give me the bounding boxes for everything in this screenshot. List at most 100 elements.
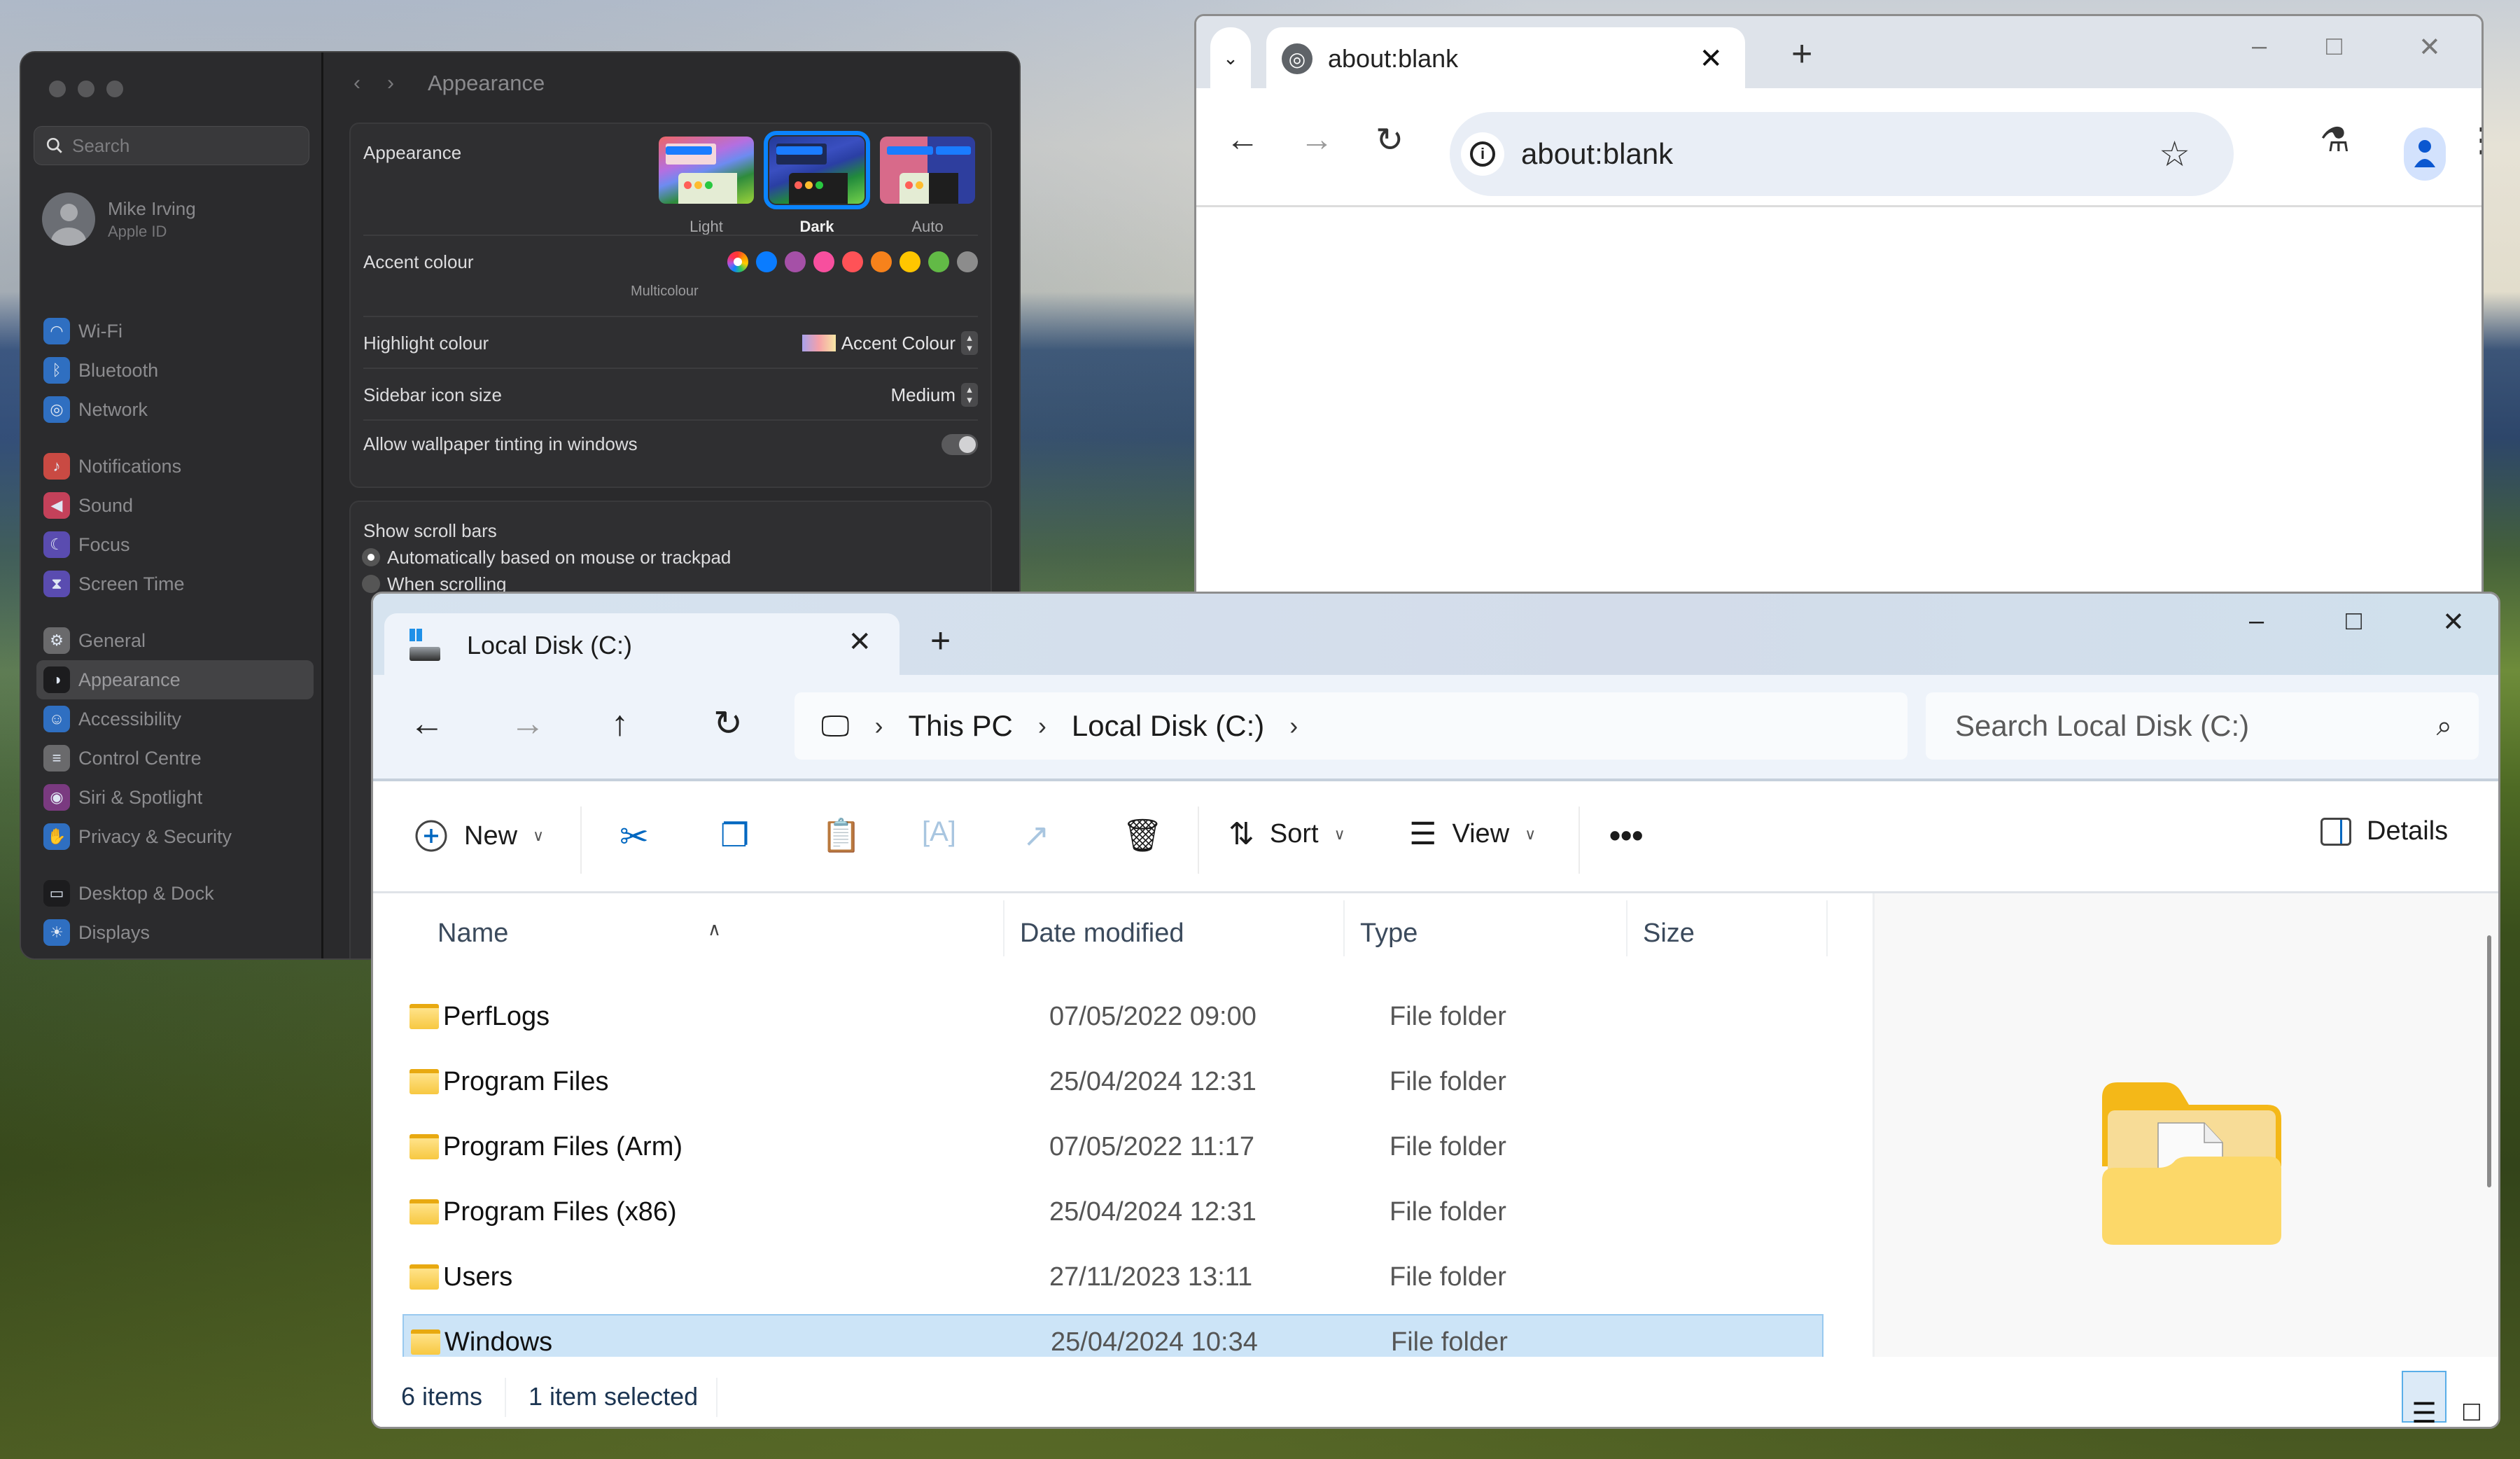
back-arrow-icon[interactable]: ←: [410, 703, 444, 744]
new-tab-button[interactable]: +: [930, 620, 951, 661]
refresh-icon[interactable]: ↻: [713, 703, 743, 744]
sidebar-item-network[interactable]: ◎ Network: [36, 390, 314, 429]
sidebar-item-accessibility[interactable]: ☺ Accessibility: [36, 699, 314, 739]
accent-swatch-multicolour[interactable]: [727, 251, 748, 272]
sidebar-item-control-centre[interactable]: ≡ Control Centre: [36, 739, 314, 778]
column-header-date[interactable]: Date modified: [1020, 919, 1184, 949]
browser-tab[interactable]: ◎ about:blank ✕: [1266, 27, 1745, 90]
accent-swatch-7[interactable]: [928, 251, 949, 272]
preview-scrollbar[interactable]: [2487, 935, 2491, 1187]
wallpaper-tinting-toggle[interactable]: [941, 433, 978, 455]
breadcrumb-local-disk[interactable]: Local Disk (C:): [1072, 709, 1264, 743]
sidebar-item-screen-time[interactable]: ⧗ Screen Time: [36, 564, 314, 603]
sidebar-icon-size-select[interactable]: Medium ▴ ▾: [891, 383, 978, 407]
search-input[interactable]: Search Local Disk (C:) ⌕: [1926, 692, 2479, 760]
address-bar[interactable]: i about:blank ☆: [1450, 112, 2234, 196]
breadcrumb-this-pc[interactable]: This PC: [909, 709, 1013, 743]
chevron-right-icon[interactable]: ›: [875, 711, 883, 741]
column-header-size[interactable]: Size: [1643, 919, 1695, 949]
back-chevron-icon[interactable]: ‹: [354, 71, 360, 95]
details-view-button[interactable]: ☰: [2402, 1371, 2446, 1427]
sidebar-item-desktop-dock[interactable]: ▭ Desktop & Dock: [36, 874, 314, 913]
scroll-bars-automatic-radio[interactable]: Automatically based on mouse or trackpad: [362, 544, 731, 571]
delete-button[interactable]: 🗑: [1122, 816, 1163, 855]
accent-swatch-5[interactable]: [871, 251, 892, 272]
up-arrow-icon[interactable]: ↑: [611, 703, 629, 744]
site-info-button[interactable]: i: [1461, 132, 1504, 176]
close-window-button[interactable]: [49, 81, 66, 97]
sidebar-item-wallpaper[interactable]: ✿Wallpaper: [36, 952, 314, 958]
more-options-button[interactable]: •••: [1609, 816, 1643, 854]
file-row[interactable]: Users 27/11/2023 13:11 File folder: [402, 1249, 1823, 1305]
sidebar-item-bluetooth[interactable]: ᛒ Bluetooth: [36, 351, 314, 390]
accent-swatch-2[interactable]: [785, 251, 806, 272]
address-toolbar: ← → ↑ ↻ 🖵 › This PC › Local Disk (C:) › …: [373, 675, 2498, 781]
sidebar-item-sound[interactable]: ◀ Sound: [36, 486, 314, 525]
minimize-button[interactable]: –: [2249, 606, 2264, 636]
theme-auto-option[interactable]: Auto: [880, 137, 975, 236]
explorer-tab[interactable]: Local Disk (C:) ✕: [384, 613, 899, 678]
close-window-button[interactable]: ✕: [2442, 606, 2465, 638]
sidebar-item-siri-spotlight[interactable]: ◉ Siri & Spotlight: [36, 778, 314, 817]
share-button[interactable]: ↗: [1023, 816, 1050, 854]
sidebar-item-appearance[interactable]: ◑ Appearance: [36, 660, 314, 699]
settings-search-input[interactable]: Search: [34, 126, 309, 165]
sidebar-item-notifications[interactable]: ♪ Notifications: [36, 447, 314, 486]
star-icon[interactable]: ☆: [2159, 134, 2190, 174]
file-row[interactable]: Program Files (Arm) 07/05/2022 11:17 File …: [402, 1119, 1823, 1175]
accent-swatch-6[interactable]: [899, 251, 920, 272]
minimize-button[interactable]: –: [2252, 32, 2267, 62]
light-theme-thumbnail: [659, 137, 754, 204]
reload-icon[interactable]: ↻: [1376, 120, 1404, 160]
theme-light-option[interactable]: Light: [659, 137, 754, 236]
sidebar-item-displays[interactable]: ☀ Displays: [36, 913, 314, 952]
large-icons-view-button[interactable]: □: [2449, 1371, 2494, 1427]
siri-icon: ◉: [43, 784, 70, 811]
chevron-right-icon[interactable]: ›: [1289, 711, 1298, 741]
tab-search-button[interactable]: ⌄: [1210, 27, 1251, 89]
highlight-colour-select[interactable]: Accent Colour ▴ ▾: [802, 331, 978, 355]
sidebar-item-general[interactable]: ⚙ General: [36, 621, 314, 660]
maximize-button[interactable]: □: [2346, 606, 2362, 636]
maximize-button[interactable]: □: [2326, 32, 2342, 62]
close-tab-button[interactable]: ✕: [848, 626, 872, 658]
breadcrumb[interactable]: 🖵 › This PC › Local Disk (C:) ›: [794, 692, 1907, 760]
new-button[interactable]: New ∨: [414, 816, 544, 856]
profile-icon[interactable]: [2404, 127, 2446, 181]
apple-id-account[interactable]: Mike Irving Apple ID: [42, 193, 196, 246]
close-tab-button[interactable]: ✕: [1699, 43, 1723, 75]
zoom-window-button[interactable]: [106, 81, 123, 97]
accent-swatch-1[interactable]: [756, 251, 777, 272]
accent-swatch-3[interactable]: [813, 251, 834, 272]
column-header-type[interactable]: Type: [1360, 919, 1418, 949]
copy-button[interactable]: ❐: [720, 816, 749, 854]
forward-arrow-icon[interactable]: →: [510, 703, 545, 744]
accent-swatch-8[interactable]: [957, 251, 978, 272]
sidebar-item-privacy-security[interactable]: ✋ Privacy & Security: [36, 817, 314, 856]
folder-icon: [410, 1134, 439, 1159]
column-header-name[interactable]: Name: [438, 919, 508, 949]
view-button[interactable]: ☰ View ∨: [1409, 816, 1536, 852]
forward-arrow-icon[interactable]: →: [1300, 120, 1334, 159]
chevron-right-icon[interactable]: ›: [1038, 711, 1046, 741]
rename-button[interactable]: [A]: [922, 816, 956, 848]
flask-icon[interactable]: ⚗: [2320, 120, 2350, 160]
copy-icon: ❐: [720, 817, 750, 853]
theme-dark-option[interactable]: Dark: [764, 131, 870, 236]
file-row[interactable]: Program Files (x86) 25/04/2024 12:31 File …: [402, 1184, 1823, 1240]
back-arrow-icon[interactable]: ←: [1226, 120, 1259, 159]
file-row[interactable]: Program Files 25/04/2024 12:31 File folder: [402, 1054, 1823, 1110]
kebab-menu-icon[interactable]: ⋮: [2465, 120, 2482, 160]
forward-chevron-icon[interactable]: ›: [387, 71, 394, 95]
file-row[interactable]: PerfLogs 07/05/2022 09:00 File folder: [402, 989, 1823, 1045]
cut-button[interactable]: ✂: [620, 816, 649, 857]
paste-button[interactable]: 📋: [821, 816, 861, 855]
new-tab-button[interactable]: +: [1791, 33, 1812, 75]
sidebar-item-wi-fi[interactable]: ◠ Wi-Fi: [36, 312, 314, 351]
close-window-button[interactable]: ✕: [2418, 32, 2441, 63]
accent-swatch-4[interactable]: [842, 251, 863, 272]
sidebar-item-focus[interactable]: ☾ Focus: [36, 525, 314, 564]
sort-button[interactable]: ⇅ Sort ∨: [1228, 816, 1345, 852]
minimize-window-button[interactable]: [78, 81, 94, 97]
details-pane-button[interactable]: Details: [2320, 816, 2448, 846]
